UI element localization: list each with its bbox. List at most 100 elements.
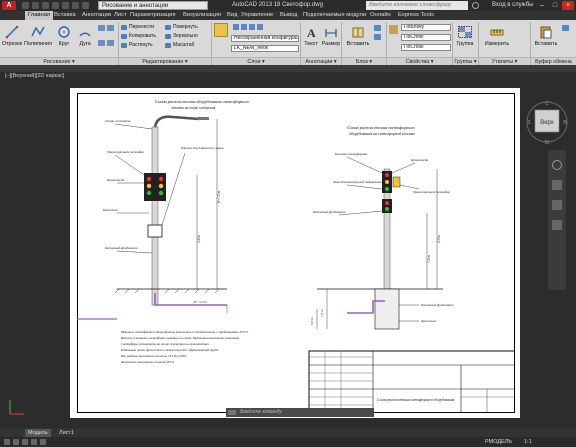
hatch-icon[interactable] — [107, 25, 114, 31]
tab-parametric[interactable]: Параметризация — [127, 11, 179, 20]
lineweight-select[interactable]: ПоСлою — [401, 44, 451, 51]
match-properties-icon[interactable] — [389, 25, 398, 34]
modify-panel-label[interactable]: Редактирование ▾ — [119, 57, 211, 65]
orbit-icon[interactable] — [552, 220, 562, 230]
tab-online[interactable]: Онлайн — [367, 11, 394, 20]
pan-icon[interactable] — [552, 180, 562, 190]
traffic-light-drawing[interactable]: Схема расположения оборудования светофор… — [77, 93, 515, 413]
viewport-controls-label[interactable]: [–][Верхний][2D каркас] — [5, 73, 64, 79]
copy-clip-icon[interactable] — [562, 25, 569, 31]
layer-freeze-icon[interactable] — [249, 24, 255, 30]
groups-panel-label[interactable]: Группы ▾ — [453, 57, 478, 65]
layer-state-select[interactable]: Несохраненная конфигурация сло — [231, 35, 299, 42]
viewcube-west[interactable]: З — [527, 120, 530, 126]
annotation-panel-label[interactable]: Аннотации ▾ — [301, 57, 341, 65]
layer-lock-icon[interactable] — [257, 24, 263, 30]
group-button[interactable]: Группа — [454, 22, 476, 50]
osnap-toggle-icon[interactable] — [40, 439, 46, 445]
steering-wheel-icon[interactable] — [552, 160, 562, 170]
tab-sheet1[interactable]: Лист1 — [56, 429, 77, 437]
viewcube[interactable]: Верх С Ю З В — [525, 96, 569, 146]
viewcube-top-face[interactable]: Верх — [540, 120, 554, 126]
layers-panel-label[interactable]: Слои ▾ — [212, 57, 300, 65]
plot-icon[interactable] — [62, 2, 69, 9]
save-as-icon[interactable] — [52, 2, 59, 9]
rotate-button[interactable]: Повернуть — [165, 24, 198, 31]
polyline-button[interactable]: Полилиния — [24, 22, 52, 50]
zoom-icon[interactable] — [552, 200, 562, 210]
tab-output[interactable]: Вывод — [277, 11, 301, 20]
layer-isolate-icon[interactable] — [241, 24, 247, 30]
grid-toggle-icon[interactable] — [13, 439, 19, 445]
tab-model[interactable]: Модель — [25, 429, 51, 437]
utilities-panel-label[interactable]: Утилиты ▾ — [479, 57, 530, 65]
ellipse-icon[interactable] — [98, 40, 105, 46]
draw-tools-grid — [98, 25, 114, 53]
undo-icon[interactable] — [72, 2, 79, 9]
current-layer-select[interactable]: LK_NEW_неок — [231, 45, 299, 52]
viewcube-south[interactable]: Ю — [544, 140, 549, 146]
search-icon[interactable] — [472, 2, 479, 9]
block-panel-label[interactable]: Блок ▾ — [342, 57, 386, 65]
minimize-button[interactable]: – — [536, 1, 548, 10]
mirror-button[interactable]: Зеркально — [165, 33, 198, 40]
command-icon — [228, 410, 236, 415]
insert-block-button[interactable]: Вставить — [344, 22, 372, 50]
edit-block-icon[interactable] — [374, 34, 381, 40]
search-input[interactable]: Введите ключевое слово/фразу — [366, 1, 468, 10]
ortho-toggle-icon[interactable] — [22, 439, 28, 445]
move-button[interactable]: Перенести — [121, 24, 154, 31]
circle-button[interactable]: Круг — [55, 22, 73, 50]
tab-manage[interactable]: Управление — [238, 11, 276, 20]
redo-icon[interactable] — [82, 2, 89, 9]
maximize-button[interactable]: □ — [549, 1, 561, 10]
insert-block-label: Вставить — [346, 41, 370, 47]
autocad-logo-button[interactable]: A — [2, 1, 16, 10]
sign-in-link[interactable]: Вход в службы — [492, 1, 534, 10]
linetype-select[interactable]: ПоСлою — [401, 34, 451, 41]
workspace-select[interactable]: Рисование и аннотации — [98, 1, 208, 10]
tab-insert[interactable]: Вставка — [51, 11, 79, 20]
stretch-button[interactable]: Растянуть — [121, 42, 153, 49]
create-block-icon[interactable] — [374, 25, 381, 31]
color-select[interactable]: ПоБлоку — [401, 24, 451, 31]
tab-visualize[interactable]: Визуализация — [180, 11, 224, 20]
sign-shield — [147, 224, 163, 238]
annotation-scale[interactable]: 1:1 — [524, 437, 532, 447]
polyline-label: Полилиния — [24, 41, 52, 47]
layer-properties-icon[interactable] — [214, 23, 228, 37]
arc-button[interactable]: Дуга — [76, 22, 94, 50]
measure-button[interactable]: Измерить — [482, 22, 512, 50]
properties-panel-label[interactable]: Свойства ▾ — [387, 57, 452, 65]
tab-home[interactable]: Главная — [25, 11, 54, 20]
viewcube-north[interactable]: С — [545, 101, 549, 107]
tab-express-tools[interactable]: Express Tools — [395, 11, 437, 20]
tab-annotate[interactable]: Аннотации — [79, 11, 114, 20]
rectangle-icon[interactable] — [98, 25, 105, 31]
polar-toggle-icon[interactable] — [31, 439, 37, 445]
note-traffic-light: Транспортный светофор — [107, 149, 144, 154]
save-icon[interactable] — [42, 2, 49, 9]
close-button[interactable]: × — [562, 1, 574, 10]
move-icon — [121, 25, 127, 30]
tab-plugins[interactable]: Подключаемые модули — [300, 11, 369, 20]
copy-button[interactable]: Копировать — [121, 33, 156, 40]
snap-toggle-icon[interactable] — [4, 439, 10, 445]
text-button[interactable]: A Текст — [302, 22, 320, 50]
draw-panel-label[interactable]: Рисование ▾ — [0, 57, 118, 65]
open-file-icon[interactable] — [32, 2, 39, 9]
gradient-icon[interactable] — [107, 40, 114, 46]
new-file-icon[interactable] — [22, 2, 29, 9]
clipboard-panel-label[interactable]: Буфер обмена — [531, 57, 576, 65]
dimension-button[interactable]: Размер — [321, 22, 341, 50]
paste-label: Вставить — [534, 41, 558, 47]
lighting-pole — [151, 126, 159, 306]
model-space-indicator[interactable]: РМОДЕЛЬ — [485, 437, 512, 447]
right-scheme-title: Схема расположения светофорного — [347, 125, 416, 130]
concrete-foundation — [374, 288, 400, 330]
scale-button[interactable]: Масштаб — [165, 42, 194, 49]
layer-off-icon[interactable] — [233, 24, 239, 30]
line-button[interactable]: Отрезок — [2, 22, 22, 50]
command-line-input[interactable]: Введите команду — [226, 408, 374, 417]
paste-button[interactable]: Вставить — [533, 22, 559, 50]
